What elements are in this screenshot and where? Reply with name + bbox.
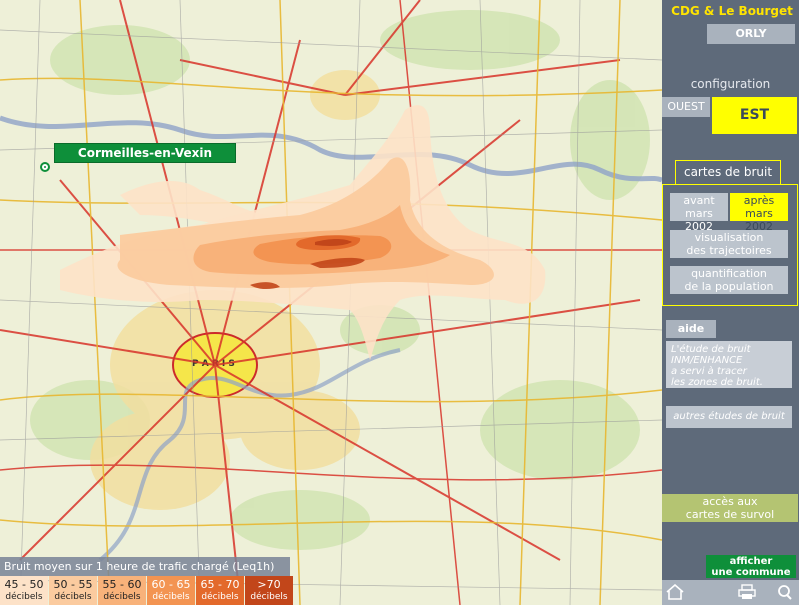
noise-legend: 45 - 50 décibels 50 - 55 décibels 55 - 60 d… xyxy=(0,576,294,605)
orly-button[interactable]: ORLY xyxy=(707,24,795,44)
avant-2002-button[interactable]: avant mars 2002 xyxy=(670,193,728,233)
legend-class: 45 - 50 décibels xyxy=(0,576,48,605)
legend-class: >70 décibels xyxy=(245,576,293,605)
legend-class: 50 - 55 décibels xyxy=(49,576,97,605)
afficher-commune-button[interactable]: afficher une commune xyxy=(706,555,796,578)
legend-class: 60 - 65 décibels xyxy=(147,576,195,605)
quantification-population-button[interactable]: quantification de la population xyxy=(670,266,788,294)
commune-marker-icon[interactable] xyxy=(40,162,50,172)
legend-class: 65 - 70 décibels xyxy=(196,576,244,605)
map-canvas: P A R I S xyxy=(0,0,662,605)
tab-cartes-de-bruit[interactable]: cartes de bruit xyxy=(675,160,781,184)
home-icon[interactable] xyxy=(664,582,686,602)
commune-label[interactable]: Cormeilles-en-Vexin xyxy=(54,143,236,163)
airport-title: CDG & Le Bourget xyxy=(671,4,793,18)
legend-title: Bruit moyen sur 1 heure de trafic chargé… xyxy=(0,557,290,576)
est-button[interactable]: EST xyxy=(712,97,797,134)
configuration-label: configuration xyxy=(690,77,771,91)
cartes-de-survol-button[interactable]: accès aux cartes de survol xyxy=(662,494,798,522)
side-panel: CDG & Le Bourget ORLY configuration OUES… xyxy=(662,0,799,605)
visualisation-trajectoires-button[interactable]: visualisation des trajectoires xyxy=(670,230,788,258)
aide-text: L'étude de bruit INM/ENHANCE a servi à tra… xyxy=(666,341,792,388)
ouest-button[interactable]: OUEST xyxy=(662,97,710,117)
search-icon[interactable] xyxy=(774,582,796,602)
noise-map[interactable]: P A R I S Cormeilles-en-Vexin Bruit moye… xyxy=(0,0,662,605)
aide-button[interactable]: aide xyxy=(666,320,716,338)
legend-class: 55 - 60 décibels xyxy=(98,576,146,605)
apres-2002-button[interactable]: après mars 2002 xyxy=(730,193,788,233)
print-icon[interactable] xyxy=(736,582,758,602)
autres-etudes-button[interactable]: autres études de bruit xyxy=(666,406,792,428)
